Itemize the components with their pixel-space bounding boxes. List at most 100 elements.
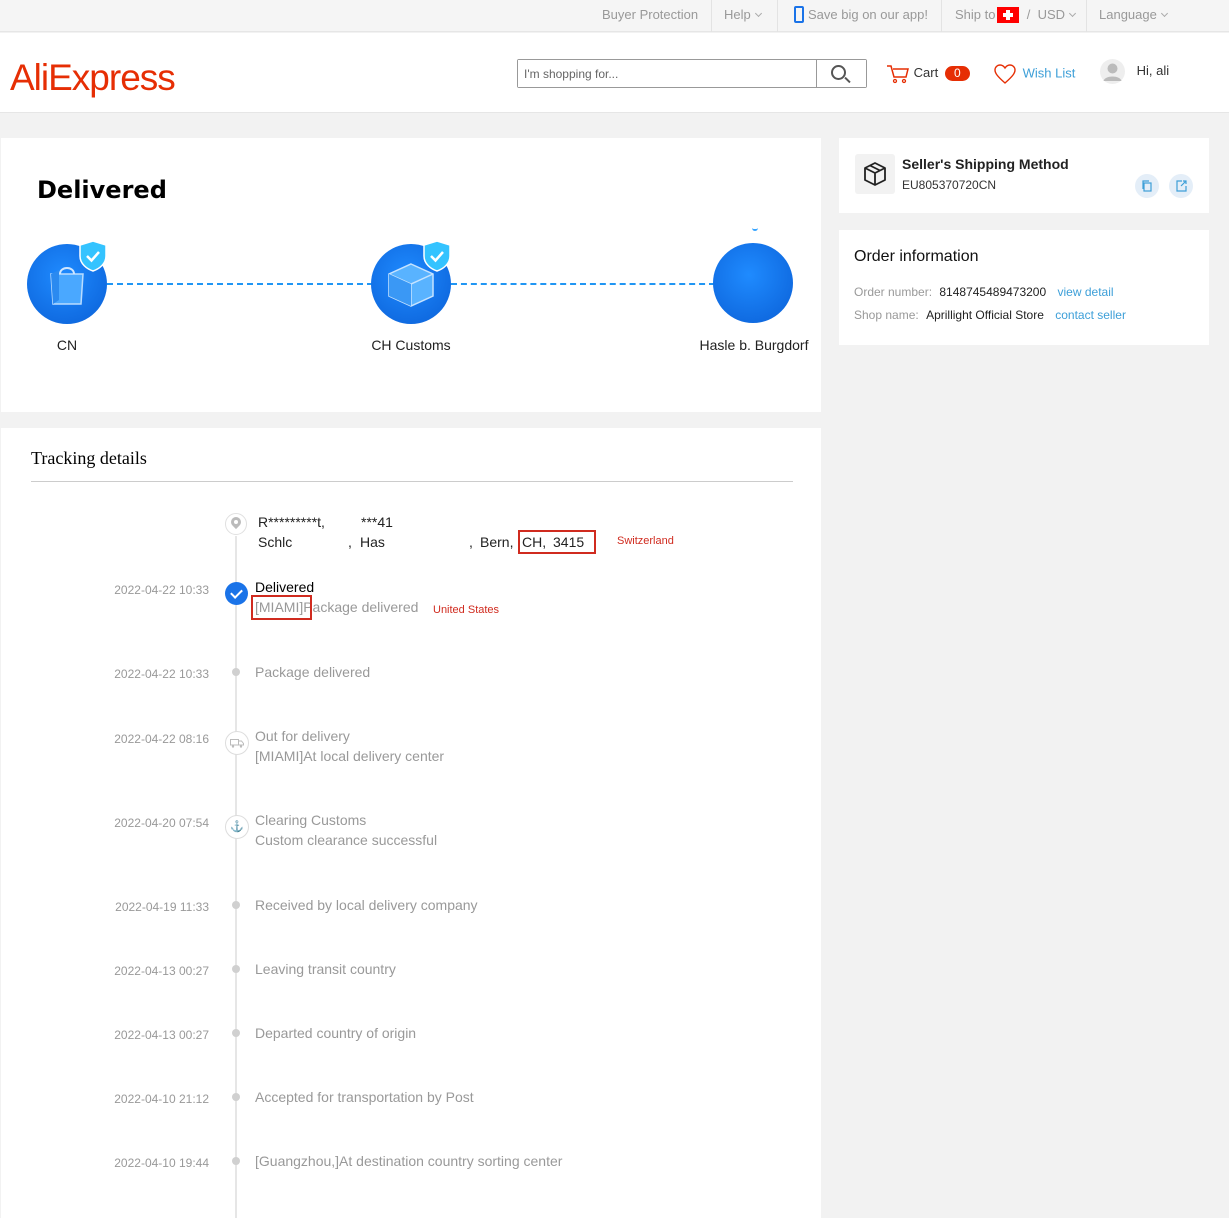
currency-label: USD	[1037, 7, 1066, 22]
copy-button[interactable]	[1135, 174, 1159, 198]
cart-link[interactable]: Cart 0	[886, 63, 970, 85]
origin-node-label: CN	[56, 337, 78, 353]
event-title: Accepted for transportation by Post	[255, 1089, 474, 1105]
currency-separator: /	[1026, 7, 1031, 22]
timeline-dot	[232, 1029, 240, 1037]
recipient-name: R*********t,	[258, 514, 325, 530]
view-detail-link[interactable]: view detail	[1058, 285, 1114, 299]
wishlist-label: Wish List	[1022, 65, 1076, 81]
site-header: AliExpress Cart 0 Wish List Hi, ali	[0, 33, 1229, 113]
timeline-dot	[232, 965, 240, 973]
divider	[777, 0, 778, 32]
shipping-method-title: Seller's Shipping Method	[902, 156, 1069, 172]
chevron-down-icon	[754, 9, 762, 18]
app-promo-label: Save big on our app!	[808, 7, 928, 22]
destination-node	[713, 243, 793, 323]
anchor-icon: ⚓	[225, 815, 249, 839]
chevron-down-icon	[1068, 9, 1077, 18]
top-bar: Buyer Protection Help Save big on our ap…	[0, 0, 1229, 32]
divider	[711, 0, 712, 32]
progress-connector	[107, 283, 373, 285]
timeline-dot	[232, 901, 240, 909]
truck-icon	[225, 731, 249, 755]
timeline-dot	[232, 668, 240, 676]
timeline-dot	[232, 1157, 240, 1165]
destination-node-label: Hasle b. Burgdorf	[699, 337, 809, 353]
tracking-details-card: Tracking details R*********t, ***41 Schl…	[1, 428, 821, 1218]
event-title: Package delivered	[255, 664, 371, 680]
progress-connector	[451, 283, 715, 285]
delivery-status-title: Delivered	[37, 176, 167, 204]
event-title: Received by local delivery company	[255, 897, 478, 913]
delivery-status-card: Delivered CN CH Customs Hasle b. Burgdor…	[1, 138, 821, 412]
highlight-box	[251, 595, 312, 620]
switzerland-flag-icon	[997, 6, 1020, 23]
shop-name-row: Shop name: Aprillight Official Store con…	[854, 308, 1126, 322]
chevron-down-icon	[1160, 9, 1168, 18]
verified-shield-icon	[79, 240, 107, 272]
package-icon	[855, 154, 895, 194]
event-time: 2022-04-22 10:33	[114, 667, 209, 681]
address-town: Has	[360, 534, 385, 550]
address-separator: ,	[348, 534, 352, 550]
contact-seller-link[interactable]: contact seller	[1055, 308, 1126, 322]
customs-node-label: CH Customs	[371, 337, 451, 353]
aliexpress-logo[interactable]: AliExpress	[10, 57, 176, 99]
event-time: 2022-04-13 00:27	[114, 964, 209, 978]
shipping-method-card: Seller's Shipping Method EU805370720CN	[839, 138, 1209, 213]
buyer-protection-link[interactable]: Buyer Protection	[602, 0, 698, 32]
divider	[31, 481, 793, 482]
search-bar	[517, 59, 867, 88]
shop-name-label: Shop name:	[854, 308, 919, 322]
wishlist-link[interactable]: Wish List	[993, 63, 1075, 85]
ship-to-selector[interactable]: Ship to / USD	[955, 0, 1077, 32]
annotation-destination-country: Switzerland	[617, 535, 674, 547]
help-label: Help	[724, 7, 751, 22]
language-menu[interactable]: Language	[1099, 0, 1168, 32]
event-title: Clearing Customs	[255, 812, 367, 828]
event-time: 2022-04-22 08:16	[114, 732, 209, 746]
copy-icon	[1142, 180, 1152, 192]
search-input[interactable]	[518, 60, 816, 87]
divider	[1086, 0, 1087, 32]
delivered-check-icon	[225, 582, 248, 605]
cart-count-badge: 0	[944, 66, 970, 82]
tracking-details-title: Tracking details	[31, 448, 147, 468]
verified-shield-icon	[423, 240, 451, 272]
heart-icon	[994, 64, 1016, 84]
greeting-label: Hi, ali	[1136, 62, 1170, 78]
address-separator: ,	[469, 534, 473, 550]
order-information-card: Order information Order number: 81487454…	[839, 230, 1209, 345]
account-menu[interactable]: Hi, ali	[1100, 59, 1169, 84]
order-information-title: Order information	[854, 248, 979, 265]
external-link-icon	[1176, 180, 1187, 192]
app-promo-link[interactable]: Save big on our app!	[794, 0, 928, 32]
highlight-box	[518, 530, 596, 554]
timeline-line	[235, 536, 237, 1218]
event-time: 2022-04-10 19:44	[114, 1156, 209, 1170]
cart-icon	[887, 64, 909, 83]
event-time: 2022-04-13 00:27	[114, 1028, 209, 1042]
destination-marker-icon	[752, 228, 758, 231]
search-icon	[831, 65, 846, 80]
order-number-row: Order number: 8148745489473200 view deta…	[854, 285, 1114, 299]
timeline-dot	[232, 1093, 240, 1101]
search-button[interactable]	[816, 60, 866, 87]
event-title: Delivered	[255, 579, 315, 595]
order-number-value: 8148745489473200	[939, 285, 1047, 299]
open-external-button[interactable]	[1169, 174, 1193, 198]
language-label: Language	[1099, 7, 1157, 22]
address-street: Schlc	[258, 534, 293, 550]
event-time: 2022-04-20 07:54	[114, 816, 209, 830]
event-title: Leaving transit country	[255, 961, 396, 977]
order-number-label: Order number:	[854, 285, 933, 299]
cart-label: Cart	[913, 65, 939, 80]
help-menu[interactable]: Help	[724, 0, 762, 32]
event-subtitle: [MIAMI]At local delivery center	[255, 748, 445, 764]
ship-to-label: Ship to	[955, 7, 996, 22]
address-city: Bern,	[480, 534, 514, 550]
event-time: 2022-04-10 21:12	[114, 1092, 209, 1106]
tracking-number: EU805370720CN	[902, 178, 997, 192]
event-title: Departed country of origin	[255, 1025, 417, 1041]
event-time: 2022-04-22 10:33	[114, 583, 209, 597]
